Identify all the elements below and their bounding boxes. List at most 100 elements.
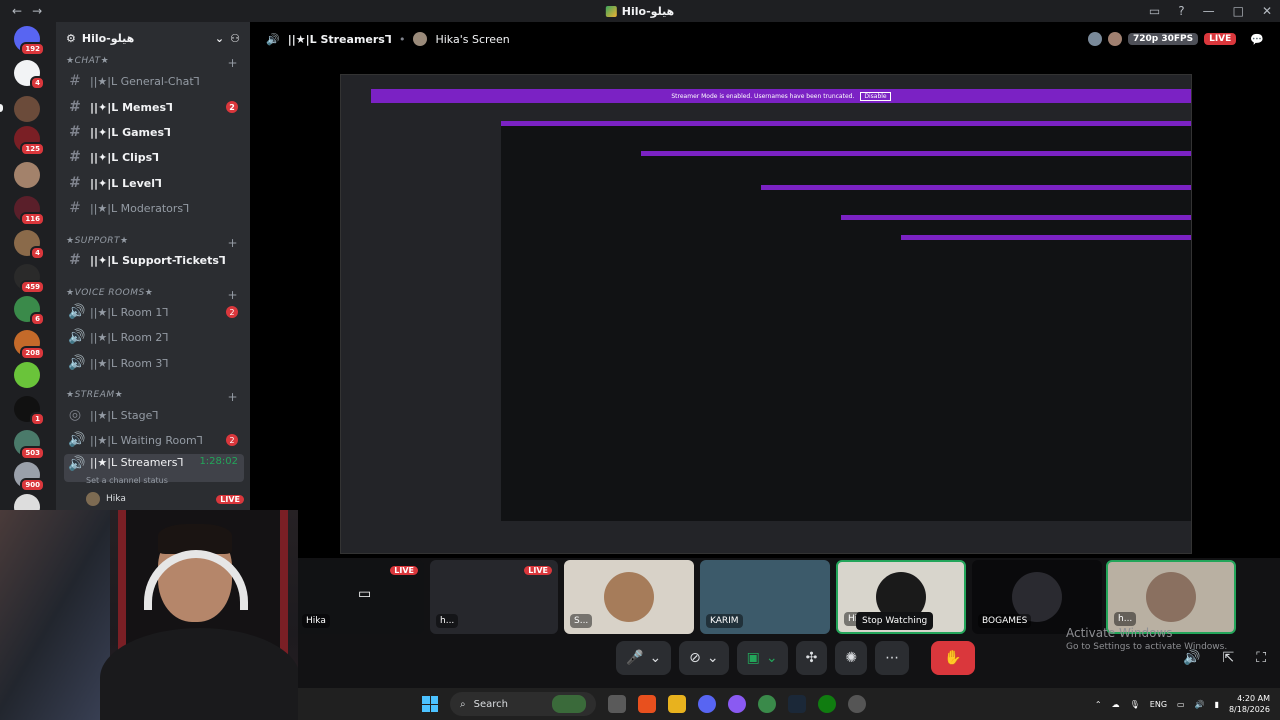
microphone-button[interactable]: 🎤 ⌄ — [616, 641, 672, 675]
steam-icon[interactable] — [788, 695, 806, 713]
channel-room-1[interactable]: 🔊 ||★|L Room 1⅂ 2 — [64, 301, 244, 323]
participant-tile[interactable]: h... — [1106, 560, 1236, 634]
activities-button[interactable]: ✣ — [795, 641, 828, 675]
chevron-down-icon[interactable]: ⌄ — [766, 650, 778, 666]
server-icon[interactable]: 503 — [14, 430, 45, 460]
streamer-mode-banner: Streamer Mode is enabled. Usernames have… — [371, 89, 1191, 103]
channel-status[interactable]: Set a channel status — [86, 476, 168, 485]
add-channel-icon[interactable]: + — [227, 56, 238, 70]
battery-icon[interactable]: ▮ — [1215, 700, 1219, 709]
app-icon — [605, 5, 617, 17]
server-icon[interactable]: 4 — [14, 230, 45, 260]
server-icon[interactable]: 459 — [14, 264, 45, 294]
forward-arrow-icon[interactable]: → — [32, 4, 42, 18]
category-stream[interactable]: ★STREAM★ + — [66, 390, 238, 404]
server-icon[interactable]: 208 — [14, 330, 45, 360]
channel-memes[interactable]: # ||✦|L Memes⅂ 2 — [64, 96, 244, 118]
brave-icon[interactable] — [638, 695, 656, 713]
inbox-icon[interactable]: ▭ — [1149, 4, 1160, 18]
network-icon[interactable]: ▭ — [1177, 700, 1185, 709]
app-icon[interactable] — [728, 695, 746, 713]
participant-tile[interactable]: S... — [564, 560, 694, 634]
window-controls: ▭ ? — □ ✕ — [1149, 4, 1272, 18]
taskbar-search[interactable]: ⌕ Search — [450, 692, 596, 716]
channel-room-3[interactable]: 🔊 ||★|L Room 3⅂ — [64, 352, 244, 374]
category-voice-rooms[interactable]: ★VOICE ROOMS★ + — [66, 288, 238, 302]
speaker-icon: 🔊 — [68, 456, 86, 472]
server-icon[interactable]: 125 — [14, 126, 45, 156]
participant-tile-live: LIVE — [296, 560, 424, 634]
soundboard-button[interactable]: ✺ — [835, 641, 868, 675]
shared-screen: Streamer Mode is enabled. Usernames have… — [340, 74, 1192, 554]
channel-level[interactable]: # ||✦|L Level⅂ — [64, 172, 244, 194]
add-channel-icon[interactable]: + — [227, 236, 238, 250]
nav-arrows: ← → — [0, 4, 42, 18]
popout-icon[interactable]: ⇱ — [1222, 650, 1234, 666]
participant-tile[interactable]: KARIM — [700, 560, 830, 634]
participant-tiles: Hika ▭ LIVE LIVE h... S... KARIM Hi... B… — [296, 560, 1280, 636]
add-member-icon[interactable]: ⚇ — [230, 32, 240, 45]
task-view-icon[interactable] — [608, 695, 626, 713]
chevron-down-icon[interactable]: ⌄ — [649, 650, 661, 666]
media-player-icon[interactable] — [848, 695, 866, 713]
server-icon[interactable] — [14, 96, 40, 122]
participant-tile[interactable]: LIVE h... — [430, 560, 558, 634]
stream-view[interactable]: Streamer Mode is enabled. Usernames have… — [250, 56, 1280, 558]
channel-stage[interactable]: ◎ ||★|L Stage⅂ — [64, 404, 244, 426]
channel-general[interactable]: # ||★|L General-Chat⅂ — [64, 70, 244, 92]
server-icon[interactable] — [14, 162, 40, 188]
title-bar: ← → Hilo-هيلو ▭ ? — □ ✕ — [0, 0, 1280, 22]
channel-moderators[interactable]: # ||★|L Moderators⅂ — [64, 197, 244, 219]
microphone-icon[interactable]: 🎙 — [1130, 700, 1140, 709]
clock[interactable]: 4:20 AM 8/18/2026 — [1229, 693, 1270, 715]
camera-button[interactable]: ⊘ ⌄ — [679, 641, 729, 675]
category-support[interactable]: ★SUPPORT★ + — [66, 236, 238, 250]
add-channel-icon[interactable]: + — [227, 288, 238, 302]
xbox-icon[interactable] — [818, 695, 836, 713]
participant-tile[interactable]: BOGAMES — [972, 560, 1102, 634]
server-icon[interactable]: 6 — [14, 296, 45, 326]
help-icon[interactable]: ? — [1178, 4, 1184, 18]
volume-icon[interactable]: 🔊 — [1183, 650, 1200, 666]
soundboard-icon: ✺ — [845, 650, 858, 666]
server-icon[interactable]: 1 — [14, 396, 45, 426]
webcam-overlay — [0, 510, 298, 720]
hash-icon: # — [69, 252, 81, 268]
chevron-up-icon[interactable]: ⌃ — [1095, 700, 1102, 709]
channel-room-2[interactable]: 🔊 ||★|L Room 2⅂ — [64, 326, 244, 348]
home-button[interactable]: 192 — [14, 26, 45, 56]
chevron-down-icon[interactable]: ⌄ — [707, 650, 719, 666]
channel-games[interactable]: # ||✦|L Games⅂ — [64, 121, 244, 143]
more-icon: ⋯ — [885, 650, 900, 666]
hash-icon: # — [69, 200, 81, 216]
discord-icon[interactable] — [698, 695, 716, 713]
screen-share-icon: ▣ — [746, 650, 760, 666]
category-chat[interactable]: ★CHAT★ + — [66, 56, 238, 70]
windows-start-icon[interactable] — [422, 696, 438, 712]
guild-header[interactable]: ⚙ Hilo-هيلو ⌄ ⚇ — [56, 22, 250, 54]
channel-support-tickets[interactable]: # ||✦|L Support-Tickets⅂ — [64, 249, 244, 271]
app-icon[interactable] — [758, 695, 776, 713]
screen-share-button[interactable]: ▣ ⌄ — [736, 641, 788, 675]
file-explorer-icon[interactable] — [668, 695, 686, 713]
server-icon[interactable]: 116 — [14, 196, 45, 226]
minimize-button[interactable]: — — [1203, 4, 1215, 18]
stop-watching-button[interactable]: ✋ — [931, 641, 976, 675]
fullscreen-icon[interactable]: ⛶ — [1256, 650, 1266, 666]
add-channel-icon[interactable]: + — [227, 390, 238, 404]
server-icon[interactable]: 4 — [14, 60, 45, 90]
back-arrow-icon[interactable]: ← — [12, 4, 22, 18]
close-button[interactable]: ✕ — [1262, 4, 1272, 18]
chat-icon[interactable]: 💬 — [1250, 33, 1264, 46]
speaker-icon: 🔊 — [68, 304, 86, 320]
channel-clips[interactable]: # ||✦|L Clips⅂ — [64, 146, 244, 168]
speaker-icon: 🔊 — [68, 432, 86, 448]
server-icon[interactable]: 900 — [14, 462, 45, 492]
maximize-button[interactable]: □ — [1233, 4, 1244, 18]
server-icon[interactable] — [14, 362, 40, 388]
channel-waiting-room[interactable]: 🔊 ||★|L Waiting Room⅂ 2 — [64, 429, 244, 451]
cloud-icon[interactable]: ☁ — [1112, 700, 1120, 709]
voice-user[interactable]: Hika LIVE — [86, 492, 244, 506]
volume-icon[interactable]: 🔊 — [1195, 700, 1205, 709]
more-options-button[interactable]: ⋯ — [875, 641, 910, 675]
